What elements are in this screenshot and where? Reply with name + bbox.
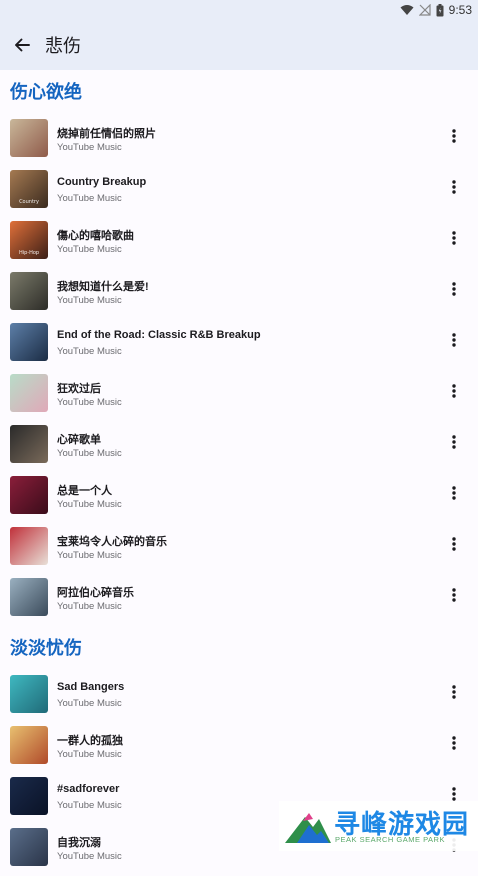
playlist-content: 伤心欲绝 烧掉前任情侣的照片 YouTube Music Country Country…	[0, 70, 478, 876]
playlist-row[interactable]: Hip-Hop 傷心的嘻哈歌曲 YouTube Music	[0, 218, 478, 269]
playlist-title: 宝莱坞令人心碎的音乐	[57, 536, 167, 548]
more-vert-icon	[452, 736, 456, 750]
playlist-subtitle: YouTube Music	[57, 448, 122, 459]
playlist-row[interactable]: 心碎歌单 YouTube Music	[0, 422, 478, 473]
more-vert-icon	[452, 537, 456, 551]
playlist-title: 心碎歌单	[57, 434, 101, 446]
playlist-thumbnail: Country	[10, 170, 48, 208]
peak-logo-icon	[285, 813, 331, 843]
more-options-button[interactable]	[444, 483, 464, 503]
playlist-subtitle: YouTube Music	[57, 800, 122, 811]
more-options-button[interactable]	[444, 177, 464, 197]
more-options-button[interactable]	[444, 279, 464, 299]
playlist-thumbnail	[10, 777, 48, 815]
page-title: 悲伤	[45, 36, 81, 56]
more-options-button[interactable]	[444, 381, 464, 401]
watermark: 寻峰游戏园 PEAK SEARCH GAME PARK	[279, 801, 478, 851]
playlist-subtitle: YouTube Music	[57, 193, 122, 204]
playlist-title: 傷心的嘻哈歌曲	[57, 230, 134, 242]
status-bar: 9:53	[0, 0, 478, 20]
more-vert-icon	[452, 333, 456, 347]
playlist-thumbnail	[10, 578, 48, 616]
more-vert-icon	[452, 282, 456, 296]
more-options-button[interactable]	[444, 228, 464, 248]
playlist-row[interactable]: 阿拉伯心碎音乐 YouTube Music	[0, 575, 478, 626]
section-title: 伤心欲绝	[10, 82, 82, 102]
arrow-back-icon	[15, 38, 30, 52]
playlist-thumbnail	[10, 272, 48, 310]
playlist-title: 我想知道什么是爱!	[57, 281, 149, 293]
playlist-row[interactable]: 烧掉前任情侣的照片 YouTube Music	[0, 116, 478, 167]
more-vert-icon	[452, 685, 456, 699]
app-bar: 悲伤	[0, 20, 478, 70]
playlist-row[interactable]: 总是一个人 YouTube Music	[0, 473, 478, 524]
playlist-subtitle: YouTube Music	[57, 142, 122, 153]
playlist-subtitle: YouTube Music	[57, 295, 122, 306]
more-vert-icon	[452, 231, 456, 245]
playlist-thumbnail	[10, 527, 48, 565]
playlist-title: 总是一个人	[57, 485, 112, 497]
wifi-icon	[400, 5, 414, 15]
playlist-subtitle: YouTube Music	[57, 550, 122, 561]
more-vert-icon	[452, 787, 456, 801]
playlist-title: 烧掉前任情侣的照片	[57, 128, 156, 140]
playlist-thumbnail	[10, 323, 48, 361]
playlist-title: End of the Road: Classic R&B Breakup	[57, 329, 261, 341]
playlist-row[interactable]: 宝莱坞令人心碎的音乐 YouTube Music	[0, 524, 478, 575]
playlist-thumbnail	[10, 119, 48, 157]
more-options-button[interactable]	[444, 585, 464, 605]
playlist-subtitle: YouTube Music	[57, 698, 122, 709]
playlist-thumbnail	[10, 675, 48, 713]
playlist-subtitle: YouTube Music	[57, 851, 122, 862]
more-vert-icon	[452, 486, 456, 500]
playlist-thumbnail	[10, 476, 48, 514]
more-vert-icon	[452, 384, 456, 398]
playlist-subtitle: YouTube Music	[57, 346, 122, 357]
playlist-title: 一群人的孤独	[57, 735, 123, 747]
playlist-subtitle: YouTube Music	[57, 397, 122, 408]
watermark-subtext: PEAK SEARCH GAME PARK	[335, 835, 445, 844]
back-button[interactable]	[10, 33, 34, 57]
playlist-subtitle: YouTube Music	[57, 499, 122, 510]
battery-icon	[436, 3, 444, 16]
playlist-subtitle: YouTube Music	[57, 749, 122, 760]
section-title: 淡淡忧伤	[10, 638, 82, 658]
playlist-row[interactable]: 一群人的孤独 YouTube Music	[0, 723, 478, 774]
more-options-button[interactable]	[444, 432, 464, 452]
status-icons: 9:53	[400, 3, 472, 17]
playlist-row[interactable]: 我想知道什么是爱! YouTube Music	[0, 269, 478, 320]
playlist-title: Country Breakup	[57, 176, 147, 188]
playlist-thumbnail	[10, 726, 48, 764]
playlist-title: 自我沉溺	[57, 837, 101, 849]
no-signal-icon	[418, 4, 431, 16]
playlist-row[interactable]: End of the Road: Classic R&B Breakup YouT…	[0, 320, 478, 371]
status-time: 9:53	[448, 3, 472, 17]
playlist-subtitle: YouTube Music	[57, 601, 122, 612]
playlist-thumbnail: Hip-Hop	[10, 221, 48, 259]
playlist-title: 狂欢过后	[57, 383, 101, 395]
playlist-thumbnail	[10, 828, 48, 866]
playlist-title: 阿拉伯心碎音乐	[57, 587, 134, 599]
more-vert-icon	[452, 588, 456, 602]
playlist-thumbnail	[10, 374, 48, 412]
playlist-row[interactable]: Sad Bangers YouTube Music	[0, 672, 478, 723]
more-options-button[interactable]	[444, 733, 464, 753]
thumbnail-caption: Hip-Hop	[18, 250, 40, 256]
playlist-thumbnail	[10, 425, 48, 463]
more-vert-icon	[452, 180, 456, 194]
playlist-title: Sad Bangers	[57, 681, 125, 693]
thumbnail-caption: Country	[19, 199, 39, 205]
playlist-subtitle: YouTube Music	[57, 244, 122, 255]
more-options-button[interactable]	[444, 534, 464, 554]
more-options-button[interactable]	[444, 126, 464, 146]
more-vert-icon	[452, 129, 456, 143]
playlist-row[interactable]: Country Country Breakup YouTube Music	[0, 167, 478, 218]
more-vert-icon	[452, 435, 456, 449]
more-options-button[interactable]	[444, 330, 464, 350]
playlist-title: #sadforever	[57, 783, 120, 795]
playlist-row[interactable]: 狂欢过后 YouTube Music	[0, 371, 478, 422]
more-options-button[interactable]	[444, 682, 464, 702]
